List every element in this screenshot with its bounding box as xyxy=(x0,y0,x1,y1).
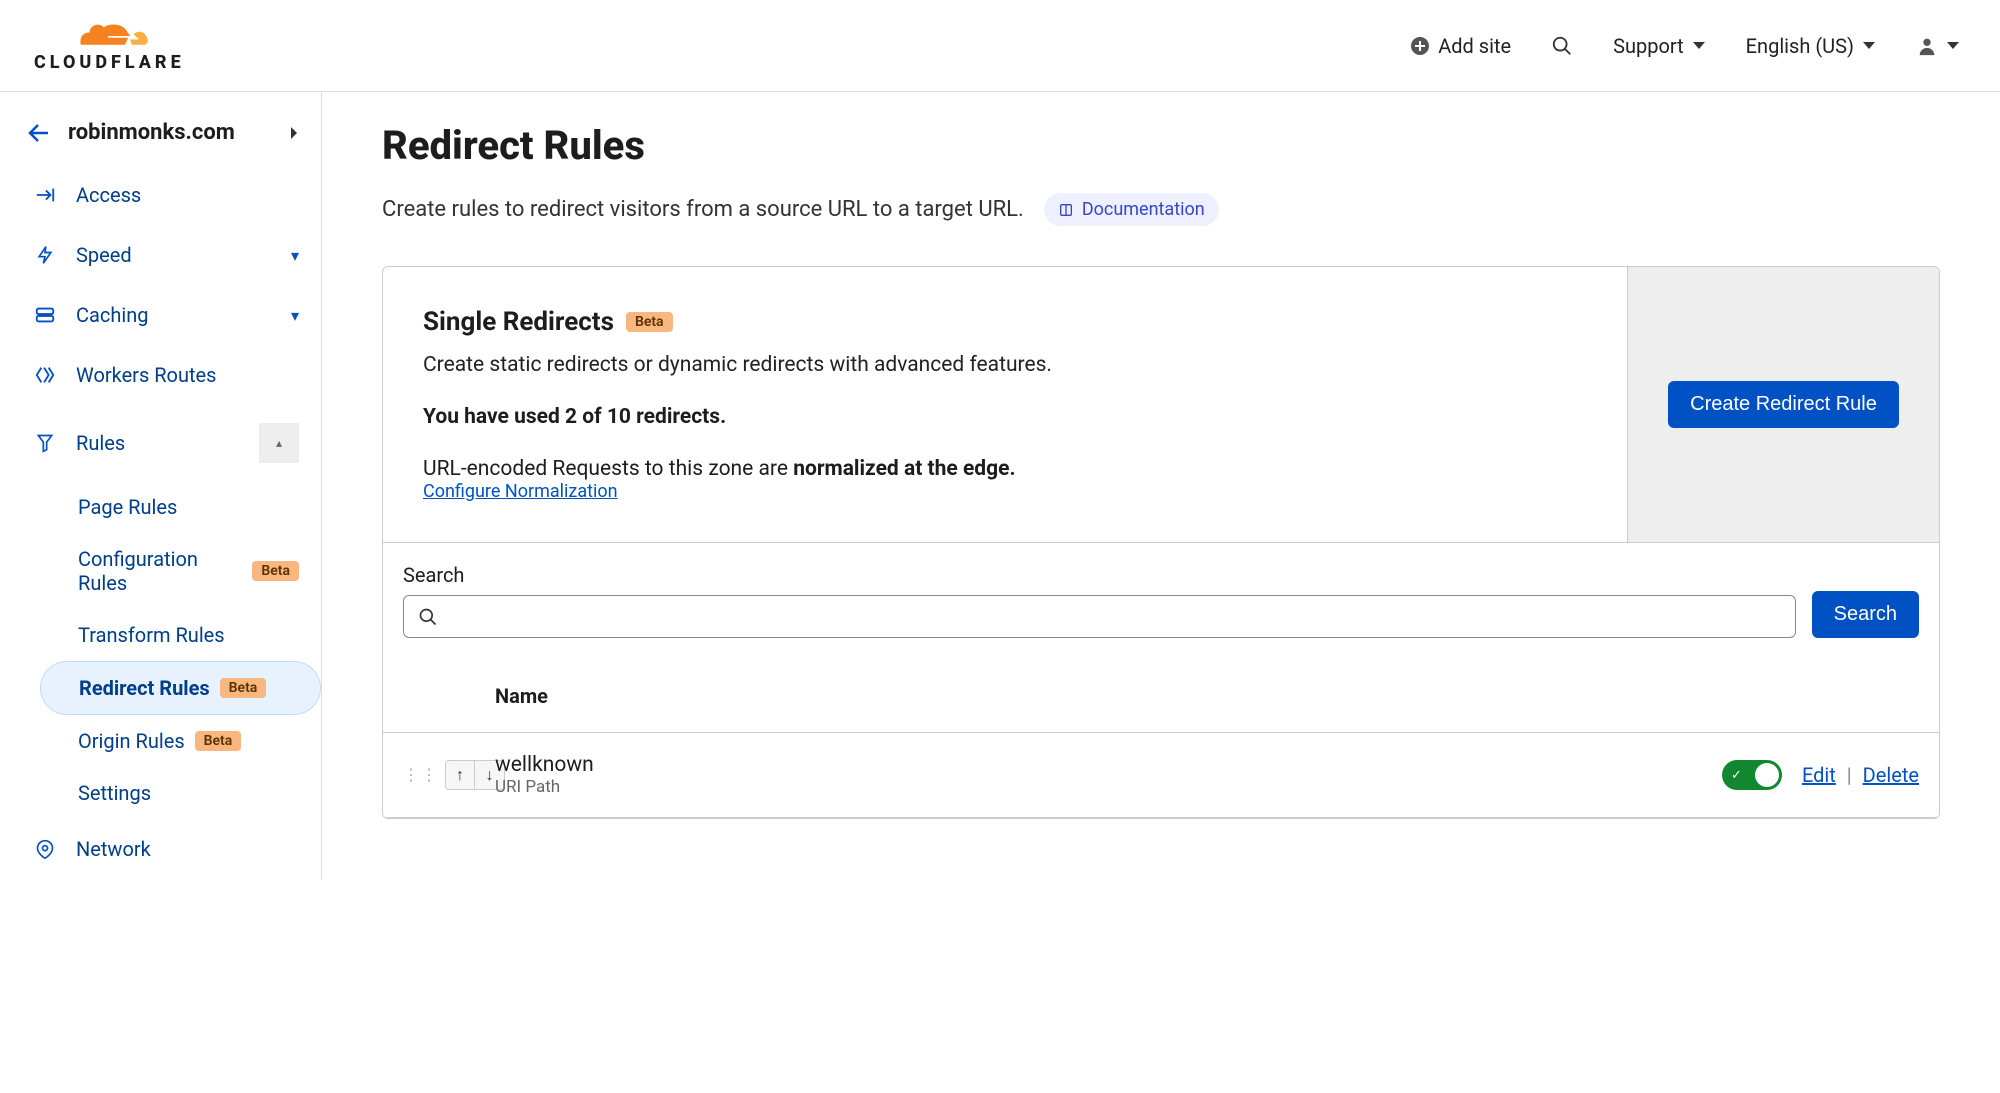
norm-strong: normalized at the edge. xyxy=(793,457,1015,481)
back-arrow-icon xyxy=(26,121,50,145)
nav-label: Origin Rules xyxy=(78,729,185,753)
beta-badge: Beta xyxy=(252,561,299,581)
sidebar-sub-configuration-rules[interactable]: Configuration Rules Beta xyxy=(0,533,321,609)
nav-label: Network xyxy=(76,837,151,861)
sidebar-item-workers-routes[interactable]: Workers Routes xyxy=(0,345,321,405)
top-header: CLOUDFLARE Add site Support English (US) xyxy=(0,0,2000,92)
move-up-button[interactable]: ↑ xyxy=(445,760,475,790)
add-site-button[interactable]: Add site xyxy=(1410,34,1511,58)
drag-dots-icon: ⋮⋮ xyxy=(403,771,439,779)
column-name: Name xyxy=(495,684,548,708)
usage-stat: You have used 2 of 10 redirects. xyxy=(423,405,1587,429)
search-icon xyxy=(418,607,438,627)
table-row: ⋮⋮ ↑ ↓ wellknown URI Path ✓ Edit xyxy=(383,733,1939,818)
doc-label: Documentation xyxy=(1082,199,1205,220)
network-icon xyxy=(34,837,56,861)
beta-badge: Beta xyxy=(626,312,673,332)
configure-normalization-link[interactable]: Configure Normalization xyxy=(423,481,618,502)
main-content: Redirect Rules Create rules to redirect … xyxy=(322,92,2000,879)
beta-badge: Beta xyxy=(195,731,242,751)
nav-label: Access xyxy=(76,183,141,207)
caret-down-icon xyxy=(1692,41,1706,51)
add-site-label: Add site xyxy=(1438,34,1511,58)
support-label: Support xyxy=(1613,34,1684,58)
nav-label: Settings xyxy=(78,781,151,805)
sidebar-sub-settings[interactable]: Settings xyxy=(0,767,321,819)
nav-label: Transform Rules xyxy=(78,623,225,647)
sidebar-item-rules[interactable]: Rules ▴ xyxy=(0,405,321,481)
redirects-card: Single Redirects Beta Create static redi… xyxy=(382,266,1940,819)
nav-label: Rules xyxy=(76,431,125,455)
normalization-info: URL-encoded Requests to this zone are no… xyxy=(423,457,1587,481)
check-icon: ✓ xyxy=(1731,768,1742,783)
chevron-down-icon: ▾ xyxy=(291,306,299,325)
language-dropdown[interactable]: English (US) xyxy=(1746,34,1876,58)
book-icon xyxy=(1058,202,1074,218)
user-icon xyxy=(1916,35,1938,57)
create-redirect-rule-button[interactable]: Create Redirect Rule xyxy=(1668,381,1899,428)
language-label: English (US) xyxy=(1746,34,1854,58)
workers-icon xyxy=(34,364,56,386)
cloud-icon xyxy=(65,18,153,54)
account-dropdown[interactable] xyxy=(1916,35,1960,57)
rules-icon xyxy=(34,432,56,454)
page-subtitle: Create rules to redirect visitors from a… xyxy=(382,197,1024,222)
beta-badge: Beta xyxy=(220,678,267,698)
action-divider: | xyxy=(1847,763,1852,787)
sidebar-item-access[interactable]: Access xyxy=(0,165,321,225)
delete-link[interactable]: Delete xyxy=(1863,763,1919,787)
brand-text: CLOUDFLARE xyxy=(34,52,185,73)
rule-name: wellknown xyxy=(495,753,594,777)
sidebar-item-speed[interactable]: Speed ▾ xyxy=(0,225,321,285)
norm-prefix: URL-encoded Requests to this zone are xyxy=(423,457,793,481)
row-actions: Edit | Delete xyxy=(1802,763,1919,787)
sidebar-sub-transform-rules[interactable]: Transform Rules xyxy=(0,609,321,661)
page-title: Redirect Rules xyxy=(382,122,1940,169)
search-input[interactable] xyxy=(448,606,1781,627)
rule-subtitle: URI Path xyxy=(495,777,594,797)
cloudflare-logo[interactable]: CLOUDFLARE xyxy=(34,18,185,73)
caching-icon xyxy=(34,304,56,326)
sidebar-item-network[interactable]: Network xyxy=(0,819,321,879)
sidebar-sub-redirect-rules[interactable]: Redirect Rules Beta xyxy=(40,661,321,715)
sidebar: robinmonks.com Access Speed ▾ Caching ▾ … xyxy=(0,92,322,879)
nav-label: Caching xyxy=(76,303,149,327)
domain-name: robinmonks.com xyxy=(68,120,235,145)
header-search-button[interactable] xyxy=(1551,35,1573,57)
sidebar-sub-origin-rules[interactable]: Origin Rules Beta xyxy=(0,715,321,767)
speed-icon xyxy=(34,244,56,266)
edit-link[interactable]: Edit xyxy=(1802,763,1836,787)
documentation-link[interactable]: Documentation xyxy=(1044,193,1219,226)
nav-label: Workers Routes xyxy=(76,363,216,387)
header-right: Add site Support English (US) xyxy=(1410,34,1960,58)
nav-label: Configuration Rules xyxy=(78,547,242,595)
drag-handle[interactable]: ⋮⋮ ↑ ↓ xyxy=(403,760,495,790)
sidebar-item-caching[interactable]: Caching ▾ xyxy=(0,285,321,345)
support-dropdown[interactable]: Support xyxy=(1613,34,1706,58)
chevron-right-icon xyxy=(289,126,299,140)
domain-selector[interactable]: robinmonks.com xyxy=(0,100,321,165)
search-input-wrap[interactable] xyxy=(403,595,1796,638)
sidebar-sub-page-rules[interactable]: Page Rules xyxy=(0,481,321,533)
card-title: Single Redirects xyxy=(423,307,614,337)
caret-down-icon xyxy=(1946,41,1960,51)
collapse-button[interactable]: ▴ xyxy=(259,423,299,463)
nav-label: Redirect Rules xyxy=(79,676,210,700)
nav-label: Speed xyxy=(76,243,132,267)
search-icon xyxy=(1551,35,1573,57)
enable-toggle[interactable]: ✓ xyxy=(1722,760,1782,790)
chevron-down-icon: ▾ xyxy=(291,246,299,265)
plus-circle-icon xyxy=(1410,36,1430,56)
search-label: Search xyxy=(403,563,1796,587)
caret-down-icon xyxy=(1862,41,1876,51)
access-icon xyxy=(34,184,56,206)
nav-label: Page Rules xyxy=(78,495,177,519)
search-button[interactable]: Search xyxy=(1812,591,1919,638)
card-description: Create static redirects or dynamic redir… xyxy=(423,353,1587,377)
table-header: Name xyxy=(383,660,1939,733)
